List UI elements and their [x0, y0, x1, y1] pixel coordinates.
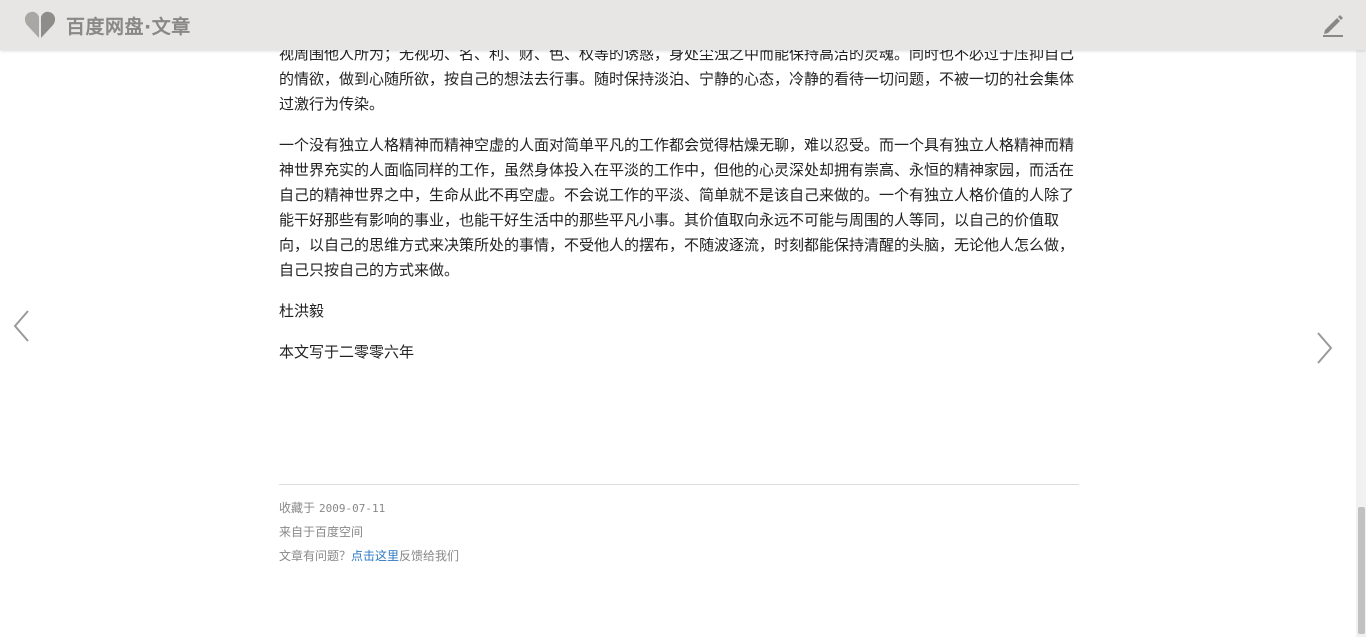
feedback-info: 文章有问题？点击这里反馈给我们 — [279, 547, 459, 564]
previous-article-button[interactable] — [10, 308, 34, 344]
scrollbar-thumb[interactable] — [1358, 507, 1365, 634]
vertical-scrollbar[interactable] — [1356, 0, 1366, 637]
footer-divider — [279, 484, 1079, 485]
edit-button[interactable] — [1320, 12, 1346, 38]
feedback-prefix: 文章有问题？ — [279, 549, 352, 563]
brand-logo[interactable]: 百度网盘·文章 — [24, 10, 191, 40]
pencil-icon — [1320, 15, 1346, 42]
article-author: 杜洪毅 — [279, 302, 325, 320]
next-article-button[interactable] — [1312, 330, 1336, 366]
heart-logo-icon — [24, 11, 56, 39]
chevron-right-icon — [1312, 332, 1336, 370]
article-paragraph: 一个没有独立人格精神而精神空虚的人面对简单平凡的工作都会觉得枯燥无聊，难以忍受。… — [279, 136, 1075, 279]
saved-label: 收藏于 — [279, 501, 316, 515]
article-page: 视周围他人所为；无视功、名、利、财、色、权等的诱惑，身处尘浊之中而能保持高洁的灵… — [0, 0, 1366, 637]
saved-date: 2009-07-11 — [319, 502, 386, 515]
feedback-link[interactable]: 点击这里 — [351, 549, 399, 563]
article-written-note: 本文写于二零零六年 — [279, 343, 415, 361]
top-header: 百度网盘·文章 — [0, 0, 1366, 50]
article-body: 视周围他人所为；无视功、名、利、财、色、权等的诱惑，身处尘浊之中而能保持高洁的灵… — [279, 42, 1079, 381]
saved-info: 收藏于 2009-07-11 — [279, 499, 385, 516]
feedback-suffix: 反馈给我们 — [399, 549, 460, 563]
chevron-left-icon — [10, 310, 34, 348]
source-info: 来自于百度空间 — [279, 525, 364, 539]
brand-title: 百度网盘·文章 — [66, 15, 191, 38]
article-paragraph: 视周围他人所为；无视功、名、利、财、色、权等的诱惑，身处尘浊之中而能保持高洁的灵… — [279, 45, 1075, 113]
